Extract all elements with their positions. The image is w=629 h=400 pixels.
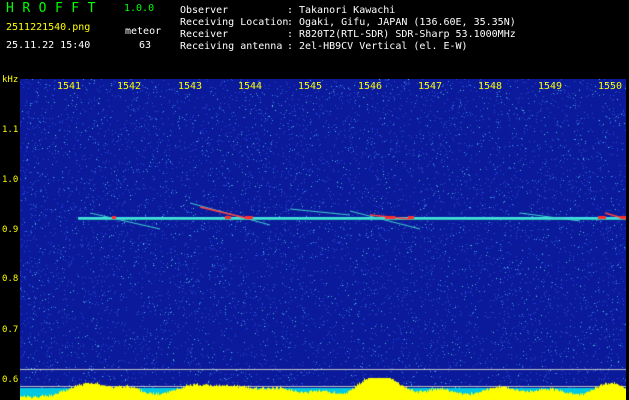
x-tick-label: 1541 (56, 81, 82, 92)
y-tick-label: 0.9 (2, 225, 19, 235)
info-key-receiver: Receiver (180, 29, 229, 40)
x-tick-label: 1547 (417, 81, 443, 92)
x-tick-label: 1545 (297, 81, 323, 92)
spectrogram-canvas (20, 79, 626, 400)
info-key-observer: Observer (180, 5, 229, 16)
app-logo: HROFFT (6, 1, 104, 16)
y-tick-label: 0.8 (2, 274, 19, 284)
y-tick-label: 1.1 (2, 125, 19, 135)
hrofft-window: HROFFT 1.0.0 2511221540.png 25.11.22 15:… (0, 0, 629, 400)
y-tick-label: 0.7 (2, 325, 19, 335)
x-tick-label: 1548 (477, 81, 503, 92)
y-tick-label: 0.6 (2, 375, 19, 385)
app-version: 1.0.0 (124, 3, 155, 14)
info-separator: : (287, 17, 294, 28)
info-key-antenna: Receiving antenna (180, 41, 283, 52)
info-value-antenna: 2el-HB9CV Vertical (el. E-W) (299, 41, 468, 52)
x-tick-label: 1544 (237, 81, 263, 92)
info-value-receiver: R820T2(RTL-SDR) SDR-Sharp 53.1000MHz (299, 29, 516, 40)
datetime-label: 25.11.22 15:40 (6, 40, 91, 51)
x-tick-label: 1542 (116, 81, 142, 92)
filename-label: 2511221540.png (6, 22, 91, 33)
meteor-label: meteor (125, 26, 162, 37)
meteor-count: 63 (139, 40, 152, 51)
spectrogram (20, 79, 626, 400)
info-key-location: Receiving Location (180, 17, 289, 28)
x-tick-label: 1543 (177, 81, 203, 92)
info-separator: : (287, 5, 294, 16)
y-tick-label: 1.0 (2, 175, 19, 185)
info-value-observer: Takanori Kawachi (299, 5, 396, 16)
y-axis-unit: kHz (2, 75, 19, 85)
x-tick-label: 1549 (537, 81, 563, 92)
info-separator: : (287, 41, 294, 52)
info-value-location: Ogaki, Gifu, JAPAN (136.60E, 35.35N) (299, 17, 516, 28)
info-separator: : (287, 29, 294, 40)
x-tick-label: 1550 (597, 81, 623, 92)
x-tick-label: 1546 (357, 81, 383, 92)
